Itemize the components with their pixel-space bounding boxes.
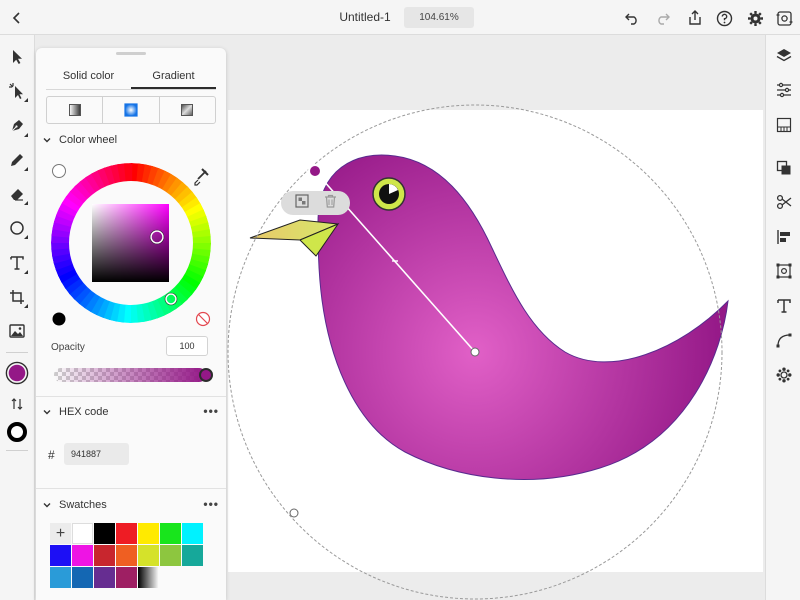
ellipse-icon[interactable] bbox=[5, 216, 29, 240]
color-swatch[interactable] bbox=[138, 545, 159, 566]
color-swatch[interactable] bbox=[50, 567, 71, 588]
color-swatch[interactable] bbox=[72, 567, 93, 588]
image-icon[interactable] bbox=[5, 319, 29, 343]
color-swatch[interactable] bbox=[116, 545, 137, 566]
color-wheel-label: Color wheel bbox=[59, 134, 118, 146]
scissors-icon[interactable] bbox=[772, 190, 796, 214]
chevron-down-icon bbox=[43, 138, 51, 143]
hex-code-label: HEX code bbox=[59, 406, 109, 418]
section-divider bbox=[36, 396, 226, 397]
color-mode-tabs: Solid color Gradient bbox=[46, 66, 216, 90]
color-swatch[interactable] bbox=[72, 523, 93, 544]
stroke-color-swatch[interactable] bbox=[5, 420, 29, 444]
chevron-down-icon bbox=[43, 410, 51, 415]
chevron-down-icon bbox=[43, 503, 51, 508]
direct-select-icon[interactable] bbox=[5, 79, 29, 103]
hex-prefix: # bbox=[48, 448, 55, 462]
color-swatch[interactable] bbox=[94, 523, 115, 544]
color-wheel[interactable] bbox=[36, 153, 226, 333]
pencil-icon[interactable] bbox=[5, 148, 29, 172]
color-swatch[interactable] bbox=[138, 523, 159, 544]
left-toolbar bbox=[0, 35, 35, 600]
delete-stop-icon[interactable] bbox=[324, 194, 337, 213]
swap-colors-icon[interactable] bbox=[5, 392, 29, 416]
color-swatch[interactable] bbox=[160, 523, 181, 544]
panel-grip[interactable] bbox=[116, 52, 146, 55]
swatches-header[interactable]: Swatches ••• bbox=[41, 497, 219, 513]
color-panel: Solid color Gradient Color wheel Opacity… bbox=[36, 48, 226, 600]
color-swatch[interactable] bbox=[50, 545, 71, 566]
opacity-slider[interactable] bbox=[54, 368, 206, 382]
fill-color-swatch[interactable] bbox=[5, 361, 29, 385]
plugins-icon[interactable] bbox=[772, 363, 796, 387]
opacity-slider-thumb[interactable] bbox=[199, 368, 213, 382]
undo-icon[interactable] bbox=[620, 6, 644, 30]
opacity-label: Opacity bbox=[51, 342, 85, 353]
align-icon[interactable] bbox=[772, 225, 796, 249]
gradient-ring-handle[interactable] bbox=[289, 508, 299, 518]
curve-icon[interactable] bbox=[772, 328, 796, 352]
redo-icon[interactable] bbox=[651, 6, 675, 30]
hex-more-icon[interactable]: ••• bbox=[203, 404, 219, 418]
radial-gradient-icon[interactable] bbox=[103, 97, 160, 123]
top-bar: Untitled-1 104.61% bbox=[0, 0, 800, 35]
color-swatch[interactable] bbox=[72, 545, 93, 566]
right-toolbar bbox=[765, 35, 800, 600]
gradient-stop-toolbar bbox=[281, 191, 350, 215]
color-swatch[interactable] bbox=[182, 523, 203, 544]
gradient-end-stop[interactable] bbox=[308, 164, 322, 178]
zoom-level[interactable]: 104.61% bbox=[404, 7, 474, 28]
linear-gradient-icon[interactable] bbox=[47, 97, 104, 123]
section-divider bbox=[36, 488, 226, 489]
freeform-gradient-icon[interactable] bbox=[160, 97, 215, 123]
text-icon[interactable] bbox=[5, 251, 29, 275]
help-icon[interactable] bbox=[712, 6, 736, 30]
gradient-type-selector bbox=[46, 96, 216, 124]
color-swatch[interactable] bbox=[138, 567, 159, 588]
color-swatch[interactable] bbox=[116, 567, 137, 588]
gradient-origin-handle[interactable] bbox=[470, 347, 480, 357]
swatches-label: Swatches bbox=[59, 499, 107, 511]
tab-gradient[interactable]: Gradient bbox=[131, 66, 216, 89]
settings-icon[interactable] bbox=[743, 6, 767, 30]
select-icon[interactable] bbox=[5, 45, 29, 69]
share-icon[interactable] bbox=[683, 6, 707, 30]
fit-view-icon[interactable] bbox=[772, 6, 796, 30]
color-swatch[interactable] bbox=[94, 567, 115, 588]
color-wheel-header[interactable]: Color wheel bbox=[41, 132, 219, 148]
tab-solid-color[interactable]: Solid color bbox=[46, 66, 131, 89]
toolbar-divider bbox=[6, 450, 28, 451]
color-picker-stop-icon[interactable] bbox=[294, 193, 309, 213]
hex-code-input[interactable]: 941887 bbox=[64, 443, 129, 465]
white-swatch-dot[interactable] bbox=[52, 164, 66, 178]
eraser-icon[interactable] bbox=[5, 182, 29, 206]
black-swatch-dot[interactable] bbox=[52, 312, 66, 326]
document-title[interactable]: Untitled-1 bbox=[330, 10, 400, 24]
bird-eye[interactable] bbox=[372, 177, 406, 211]
layers-icon[interactable] bbox=[772, 44, 796, 68]
color-swatch[interactable] bbox=[182, 545, 203, 566]
hex-code-header[interactable]: HEX code ••• bbox=[41, 404, 219, 420]
eyedropper-icon[interactable] bbox=[194, 168, 209, 186]
type-icon[interactable] bbox=[772, 294, 796, 318]
add-swatch-button[interactable]: + bbox=[50, 523, 71, 544]
pathfinder-icon[interactable] bbox=[772, 156, 796, 180]
color-swatch[interactable] bbox=[160, 545, 181, 566]
swatches-more-icon[interactable]: ••• bbox=[203, 497, 219, 511]
color-swatch[interactable] bbox=[116, 523, 137, 544]
toolbar-divider bbox=[6, 352, 28, 353]
opacity-input[interactable]: 100 bbox=[166, 336, 208, 356]
pen-icon[interactable] bbox=[5, 114, 29, 138]
crop-icon[interactable] bbox=[5, 285, 29, 309]
transform-icon[interactable] bbox=[772, 259, 796, 283]
libraries-icon[interactable] bbox=[772, 113, 796, 137]
properties-icon[interactable] bbox=[772, 78, 796, 102]
back-icon[interactable] bbox=[5, 6, 29, 30]
color-swatch[interactable] bbox=[94, 545, 115, 566]
